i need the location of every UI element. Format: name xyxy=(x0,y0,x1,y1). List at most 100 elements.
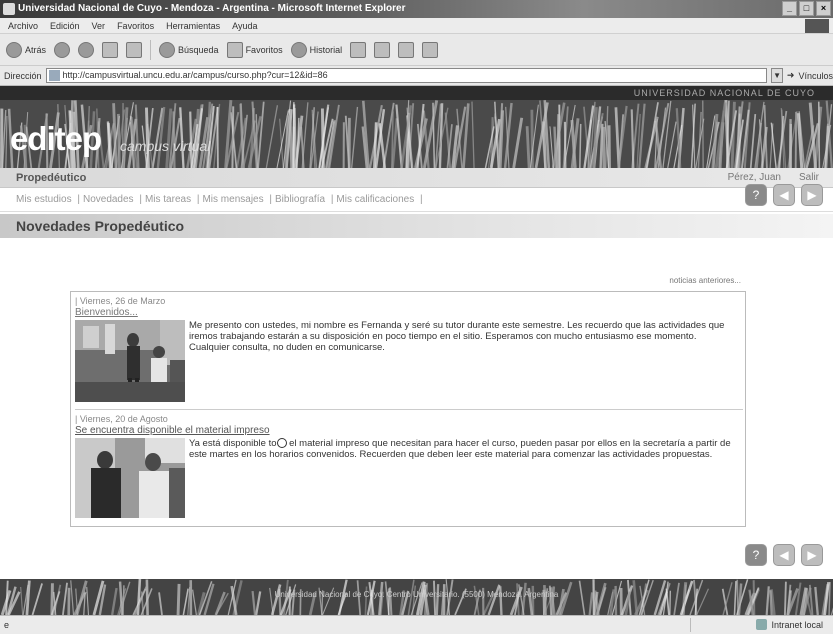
nav-novedades[interactable]: Novedades xyxy=(83,194,134,205)
discuss-icon[interactable] xyxy=(422,41,439,58)
status-page-icon: e xyxy=(4,620,10,630)
logout-link[interactable]: Salir xyxy=(799,172,819,183)
nav-mis-calificaciones[interactable]: Mis calificaciones xyxy=(336,194,414,205)
edit-icon[interactable] xyxy=(398,41,415,58)
site-banner: editep campus virtual xyxy=(0,100,833,168)
nav-bibliografia[interactable]: Bibliografía xyxy=(275,194,325,205)
nav-mis-estudios[interactable]: Mis estudios xyxy=(16,194,72,205)
intranet-icon xyxy=(756,619,768,630)
address-bar: Dirección http://campusvirtual.uncu.edu.… xyxy=(0,66,833,86)
menu-edicion[interactable]: Edición xyxy=(50,18,80,33)
security-zone: Intranet local xyxy=(756,619,823,630)
course-name: Propedéutico xyxy=(16,172,87,184)
menu-bar: Archivo Edición Ver Favoritos Herramient… xyxy=(0,18,833,34)
left-arrow-icon: ◀ xyxy=(779,548,789,562)
menu-archivo[interactable]: Archivo xyxy=(8,18,38,33)
home-icon[interactable] xyxy=(126,41,143,58)
classroom-photo xyxy=(75,320,185,402)
search-button[interactable]: Búsqueda xyxy=(159,41,219,58)
news-item: | Viernes, 26 de Marzo Bienvenidos... Me… xyxy=(75,296,743,410)
nav-mis-mensajes[interactable]: Mis mensajes xyxy=(202,194,263,205)
help-icon: ? xyxy=(752,188,760,202)
site-logo[interactable]: editep xyxy=(10,120,102,158)
menu-herramientas[interactable]: Herramientas xyxy=(166,18,220,33)
left-arrow-icon: ◀ xyxy=(779,188,789,202)
page-icon xyxy=(48,70,60,81)
ie-icon xyxy=(3,3,15,15)
section-header: Novedades Propedéutico xyxy=(0,214,833,238)
status-divider xyxy=(690,618,691,632)
news-title-link[interactable]: Se encuentra disponible el material impr… xyxy=(75,425,270,436)
news-body: Ya está disponible to el material impres… xyxy=(189,438,739,460)
print-icon[interactable] xyxy=(374,41,391,58)
news-date: | Viernes, 20 de Agosto xyxy=(75,414,168,424)
windows-logo-icon xyxy=(805,19,829,33)
prev-button[interactable]: ◀ xyxy=(773,544,795,566)
nav-links: Mis estudios | Novedades | Mis tareas | Mis… xyxy=(16,194,423,205)
mail-icon[interactable] xyxy=(350,41,367,58)
close-button[interactable]: × xyxy=(816,1,831,16)
news-body: Me presento con ustedes, mi nombre es Fe… xyxy=(189,320,725,353)
minimize-button[interactable]: _ xyxy=(782,1,797,16)
news-title-link[interactable]: Bienvenidos... xyxy=(75,307,138,318)
right-arrow-icon: ▶ xyxy=(807,188,817,202)
mouse-cursor-icon xyxy=(276,438,287,449)
news-photo xyxy=(75,320,185,402)
news-item: | Viernes, 20 de Agosto Se encuentra dis… xyxy=(75,414,743,522)
security-zone-label: Intranet local xyxy=(771,619,823,630)
window-title-bar: Universidad Nacional de Cuyo - Mendoza -… xyxy=(0,0,833,18)
menu-ver[interactable]: Ver xyxy=(92,18,106,33)
section-title: Novedades Propedéutico xyxy=(16,218,185,234)
help-icon: ? xyxy=(752,548,760,562)
maximize-button[interactable]: □ xyxy=(799,1,814,16)
back-label: Atrás xyxy=(25,44,47,55)
news-photo xyxy=(75,438,185,518)
news-list: | Viernes, 26 de Marzo Bienvenidos... Me… xyxy=(70,291,746,527)
stop-icon[interactable] xyxy=(78,41,95,58)
help-button[interactable]: ? xyxy=(745,184,767,206)
back-button[interactable]: Atrás xyxy=(6,41,47,58)
menu-ayuda[interactable]: Ayuda xyxy=(232,18,257,33)
nav-mis-tareas[interactable]: Mis tareas xyxy=(145,194,191,205)
prev-button[interactable]: ◀ xyxy=(773,184,795,206)
history-button[interactable]: Historial xyxy=(290,41,343,58)
people-photo xyxy=(75,438,185,518)
user-name: Pérez, Juan xyxy=(727,172,781,183)
help-button[interactable]: ? xyxy=(745,544,767,566)
back-arrow-icon xyxy=(6,41,22,58)
toolbar-separator xyxy=(150,39,152,60)
history-label: Historial xyxy=(309,44,343,55)
older-news-link[interactable]: noticias anteriores... xyxy=(669,276,741,285)
menu-favoritos[interactable]: Favoritos xyxy=(117,18,154,33)
address-input[interactable]: http://campusvirtual.uncu.edu.ar/campus/… xyxy=(45,68,768,83)
news-body-start: Ya está disponible to xyxy=(189,438,277,449)
search-label: Búsqueda xyxy=(178,44,219,55)
favorites-label: Favoritos xyxy=(245,44,283,55)
footer-text: Universidad Nacional de Cuyo. Centro Uni… xyxy=(274,590,559,599)
university-strip: UNIVERSIDAD NACIONAL DE CUYO xyxy=(0,86,833,100)
next-button[interactable]: ▶ xyxy=(801,184,823,206)
nav-buttons-bottom: ? ◀ ▶ xyxy=(745,544,823,566)
right-arrow-icon: ▶ xyxy=(807,548,817,562)
links-label[interactable]: Vínculos xyxy=(798,71,833,81)
favorites-icon xyxy=(226,41,243,58)
site-logo-subtitle: campus virtual xyxy=(120,138,211,154)
browser-toolbar: Atrás Búsqueda Favoritos Historial xyxy=(0,34,833,66)
window-controls: _ □ × xyxy=(782,1,831,16)
address-value: http://campusvirtual.uncu.edu.ar/campus/… xyxy=(62,70,328,80)
window-title: Universidad Nacional de Cuyo - Mendoza -… xyxy=(18,3,406,14)
banner-pattern xyxy=(0,100,833,168)
site-nav: Mis estudios | Novedades | Mis tareas | Mis… xyxy=(0,184,833,212)
next-button[interactable]: ▶ xyxy=(801,544,823,566)
address-dropdown-button[interactable]: ▼ xyxy=(771,68,783,83)
status-bar: e Intranet local xyxy=(0,615,833,634)
news-date: | Viernes, 26 de Marzo xyxy=(75,296,166,306)
course-bar: Propedéutico Pérez, Juan Salir xyxy=(0,168,833,188)
nav-buttons-top: ? ◀ ▶ xyxy=(745,184,823,206)
favorites-button[interactable]: Favoritos xyxy=(226,41,283,58)
refresh-icon[interactable] xyxy=(102,41,119,58)
web-page: UNIVERSIDAD NACIONAL DE CUYO editep camp… xyxy=(0,86,833,615)
go-arrow-icon[interactable]: ➜ xyxy=(787,70,795,81)
search-icon xyxy=(159,41,176,58)
forward-button[interactable] xyxy=(54,41,71,58)
